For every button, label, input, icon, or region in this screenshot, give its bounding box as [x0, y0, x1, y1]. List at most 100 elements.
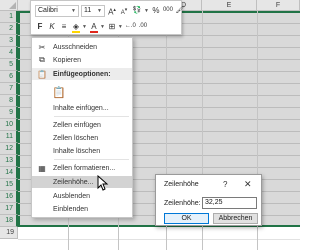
- row-header[interactable]: 6: [0, 71, 18, 83]
- chevron-down-icon[interactable]: ▼: [144, 8, 149, 14]
- decrease-decimal-button[interactable]: .00: [138, 20, 148, 33]
- font-color-button[interactable]: A: [89, 20, 99, 33]
- menu-item-label: Einblenden: [53, 205, 89, 213]
- chevron-down-icon[interactable]: ▼: [82, 24, 87, 30]
- chevron-down-icon: ▼: [97, 7, 102, 14]
- scissors-icon: ✂: [38, 42, 46, 52]
- close-icon[interactable]: ✕: [244, 179, 252, 190]
- clipboard-icon: 📋: [37, 69, 47, 79]
- menu-item-label: Inhalte löschen: [53, 147, 101, 155]
- menu-separator: [54, 159, 129, 160]
- font-name-value: Calibri: [38, 6, 58, 14]
- mini-toolbar: Calibri ▼ 11 ▼ A▴ A▾ 💱 ▼ % 000 🖌 F K ≡ ◈…: [30, 0, 185, 35]
- select-all-button[interactable]: [0, 0, 18, 11]
- menu-item-label: Zeilenhöhe...: [53, 178, 94, 186]
- percent-icon: %: [152, 6, 160, 15]
- row-header[interactable]: 19: [0, 227, 18, 239]
- row-header[interactable]: 9: [0, 107, 18, 119]
- paste-option-button[interactable]: 📋: [32, 84, 132, 100]
- row-header[interactable]: 16: [0, 191, 18, 203]
- fill-color-button[interactable]: ◈: [71, 20, 81, 33]
- menu-item-label: Kopieren: [53, 56, 82, 64]
- menu-separator: [54, 116, 129, 117]
- cancel-button[interactable]: Abbrechen: [213, 213, 258, 224]
- row-height-dialog: Zeilenhöhe ? ✕ Zeilenhöhe: 32,25 OK Abbr…: [155, 174, 262, 226]
- comma-style-icon: 000: [162, 7, 173, 13]
- menu-header-label: Einfügeoptionen:: [53, 70, 111, 78]
- align-center-button[interactable]: ≡: [59, 20, 69, 33]
- chevron-down-icon[interactable]: ▼: [118, 24, 123, 30]
- font-size-value: 11: [84, 6, 92, 14]
- menu-item-label: Zellen formatieren...: [53, 164, 116, 172]
- row-header[interactable]: 3: [0, 35, 18, 47]
- italic-icon: K: [49, 22, 55, 31]
- decrease-decimal-icon: .00: [138, 23, 148, 29]
- help-icon[interactable]: ?: [223, 180, 227, 189]
- row-header[interactable]: 4: [0, 47, 18, 59]
- row-height-input[interactable]: 32,25: [202, 197, 257, 209]
- row-headers: 1 2 3 4 5 6 7 8 9 10 11 12 13 14 15 16 1…: [0, 11, 18, 239]
- font-color-icon: A: [91, 22, 97, 31]
- row-header[interactable]: 8: [0, 95, 18, 107]
- column-header-f[interactable]: F: [257, 0, 300, 11]
- menu-item-label: Inhalte einfügen...: [53, 104, 109, 112]
- context-menu: ✂ Ausschneiden ⧉ Kopieren 📋 Einfügeoptio…: [31, 37, 133, 218]
- bold-button[interactable]: F: [35, 20, 45, 33]
- grow-font-button[interactable]: A▴: [107, 4, 117, 17]
- italic-button[interactable]: K: [47, 20, 57, 33]
- font-name-combo[interactable]: Calibri ▼: [35, 4, 79, 17]
- menu-item-label: Ausblenden: [53, 192, 90, 200]
- currency-icon: 💱: [132, 7, 142, 14]
- row-header[interactable]: 13: [0, 155, 18, 167]
- paste-options-header: 📋 Einfügeoptionen:: [32, 68, 132, 80]
- row-header[interactable]: 10: [0, 119, 18, 131]
- menu-item-delete-cells[interactable]: Zellen löschen: [32, 132, 132, 144]
- menu-item-row-height[interactable]: Zeilenhöhe...: [32, 176, 132, 188]
- currency-format-button[interactable]: 💱: [131, 4, 143, 17]
- paint-bucket-icon: ◈: [72, 22, 80, 31]
- row-header[interactable]: 17: [0, 203, 18, 215]
- paste-clipboard-icon: 📋: [52, 86, 66, 99]
- row-header[interactable]: 15: [0, 179, 18, 191]
- row-height-label: Zeilenhöhe:: [164, 200, 201, 207]
- menu-item-cut[interactable]: ✂ Ausschneiden: [32, 41, 132, 53]
- row-header[interactable]: 12: [0, 143, 18, 155]
- menu-item-format-cells[interactable]: ▦ Zellen formatieren...: [32, 162, 132, 174]
- format-painter-button[interactable]: 🖌: [175, 4, 185, 17]
- menu-item-insert-cells[interactable]: Zellen einfügen: [32, 119, 132, 131]
- row-header[interactable]: 11: [0, 131, 18, 143]
- row-header[interactable]: 18: [0, 215, 18, 227]
- thousands-separator-button[interactable]: 000: [163, 4, 173, 17]
- percent-style-button[interactable]: %: [151, 4, 161, 17]
- menu-item-paste-special[interactable]: Inhalte einfügen...: [32, 102, 132, 114]
- mouse-pointer-icon: [97, 175, 109, 191]
- row-header[interactable]: 5: [0, 59, 18, 71]
- menu-item-label: Ausschneiden: [53, 43, 97, 51]
- shrink-font-button[interactable]: A▾: [119, 4, 129, 17]
- copy-icon: ⧉: [39, 55, 45, 64]
- dialog-title: Zeilenhöhe: [164, 181, 199, 188]
- paintbrush-icon: 🖌: [175, 7, 185, 14]
- borders-icon: ⊞: [108, 22, 116, 31]
- menu-item-label: Zellen löschen: [53, 134, 99, 142]
- column-header-e[interactable]: E: [202, 0, 257, 11]
- row-header[interactable]: 7: [0, 83, 18, 95]
- chevron-down-icon[interactable]: ▼: [100, 24, 105, 30]
- ok-button[interactable]: OK: [164, 213, 209, 224]
- menu-item-hide[interactable]: Ausblenden: [32, 190, 132, 202]
- format-cells-icon: ▦: [38, 163, 46, 173]
- menu-item-copy[interactable]: ⧉ Kopieren: [32, 54, 132, 66]
- row-header[interactable]: 14: [0, 167, 18, 179]
- menu-item-label: Zellen einfügen: [53, 121, 101, 129]
- increase-decimal-button[interactable]: ←.0: [125, 20, 136, 33]
- menu-item-unhide[interactable]: Einblenden: [32, 203, 132, 215]
- row-header[interactable]: 2: [0, 23, 18, 35]
- align-center-icon: ≡: [61, 22, 67, 31]
- chevron-down-icon: ▼: [71, 7, 76, 14]
- borders-button[interactable]: ⊞: [107, 20, 117, 33]
- font-size-combo[interactable]: 11 ▼: [81, 4, 105, 17]
- bold-icon: F: [37, 22, 43, 31]
- menu-item-clear-contents[interactable]: Inhalte löschen: [32, 145, 132, 157]
- row-header[interactable]: 1: [0, 11, 18, 23]
- increase-decimal-icon: ←.0: [124, 23, 136, 29]
